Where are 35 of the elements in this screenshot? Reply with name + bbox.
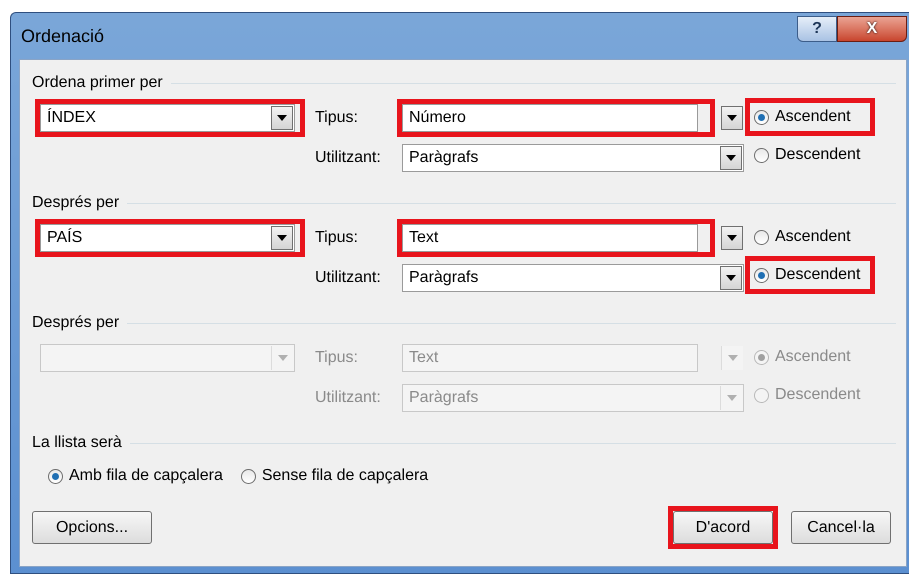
window-title: Ordenació [20,24,106,48]
group-title: La llista serà [32,433,122,453]
group-title: Després per [32,193,120,213]
dialog-button[interactable]: Cancel·la [791,511,891,544]
radio-button[interactable] [48,468,63,484]
field-label: Tipus: [315,348,359,368]
field-label: Tipus: [315,228,359,248]
dropdown-field[interactable]: PAÍS [40,224,295,252]
radio-label: Descendent [775,265,860,285]
radio-label: Descendent [775,385,860,405]
dropdown-field[interactable]: ÍNDEX [40,104,295,132]
dialog-button[interactable]: D'acord [673,511,773,544]
radio-label: Ascendent [775,347,851,367]
radio-button[interactable] [754,148,769,162]
field-label: Utilitzant: [315,148,382,168]
radio-button[interactable] [240,468,256,484]
radio-label: Sense fila de capçalera [262,466,428,486]
dropdown-field[interactable]: Paràgrafs [402,144,744,172]
dialog-button[interactable]: Opcions... [32,511,152,544]
radio-button[interactable] [754,110,769,124]
dropdown-field[interactable]: Número [402,104,698,132]
radio-button[interactable] [754,230,769,244]
group-title: Després per [32,313,120,333]
dropdown-field[interactable]: Paràgrafs [402,264,744,292]
radio-button[interactable] [754,268,769,282]
dropdown-field[interactable]: Text [402,224,698,252]
field-label: Tipus: [315,108,359,128]
radio-label: Ascendent [775,107,851,127]
radio-label: Ascendent [775,227,851,247]
field-label: Utilitzant: [315,388,382,408]
radio-label: Descendent [775,145,860,165]
radio-label: Amb fila de capçalera [69,466,223,486]
group-title: Ordena primer per [32,73,163,93]
help-button[interactable]: ? [797,16,837,42]
field-label: Utilitzant: [315,268,382,288]
